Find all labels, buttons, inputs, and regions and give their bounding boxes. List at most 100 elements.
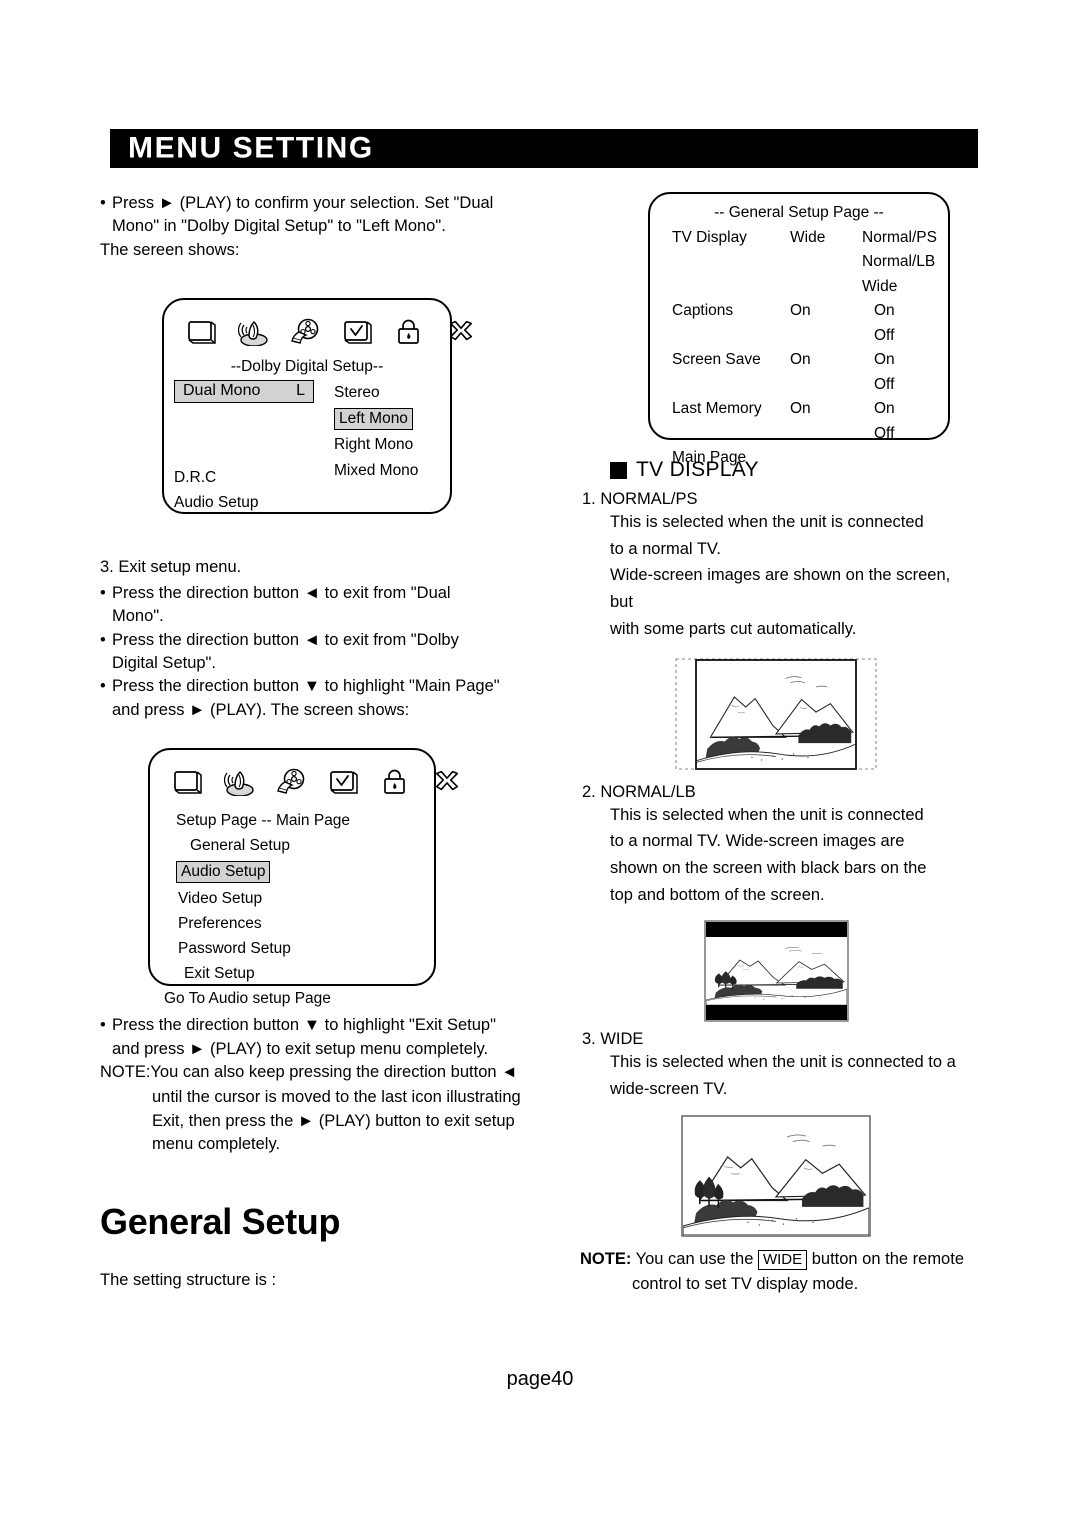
osd-gs-option-tv-display-1[interactable]: Normal/LB [862, 250, 948, 274]
normal-ps-figure [576, 655, 976, 775]
osd-dolby-digital-setup: --Dolby Digital Setup-- Dual Mono L Ster… [162, 298, 473, 515]
osd-gs-spacer [790, 250, 862, 274]
step3-bullet-2: • Press the direction button ◄ to exit f… [100, 629, 530, 676]
item-2-line1: This is selected when the unit is connec… [610, 805, 924, 824]
osd-gs-spacer [862, 446, 948, 470]
tv-icon[interactable] [172, 768, 206, 800]
exit-icon[interactable] [446, 318, 480, 350]
osd-gs-spacer [790, 324, 862, 348]
osd-icon-row [164, 300, 473, 354]
general-setup-subtext: The setting structure is : [100, 1270, 277, 1289]
lock-icon[interactable] [394, 318, 428, 350]
speaker-icon[interactable] [237, 318, 272, 350]
intro-bullet: • Press ► (PLAY) to confirm your selecti… [100, 192, 530, 239]
osd-gs-value-last-memory[interactable]: On [790, 397, 862, 421]
film-reel-icon[interactable] [290, 318, 324, 350]
osd-gs-footer[interactable]: Main Page [672, 446, 790, 470]
page-title: MENU SETTING [128, 130, 374, 164]
tv-icon[interactable] [186, 318, 220, 350]
osd-gs-spacer [672, 275, 790, 299]
osd-menu-item-general-setup[interactable]: General Setup [176, 833, 434, 858]
step3-b1-line2: Mono". [112, 607, 164, 626]
osd-option-stereo[interactable]: Stereo [334, 380, 418, 405]
osd-option-mixed-mono[interactable]: Mixed Mono [334, 458, 418, 483]
osd-setup-main-page: Setup Page -- Main Page General Setup Au… [148, 748, 459, 1007]
osd-general-grid: TV Display Wide Normal/PS Normal/LB Wide… [650, 222, 948, 471]
bullet-dot-icon: • [100, 630, 106, 649]
osd-gs-option-captions-1[interactable]: Off [862, 324, 948, 348]
osd-gs-label-tv-display: TV Display [672, 229, 747, 246]
note-text-after: button on the remote [807, 1249, 964, 1268]
osd-menu-item-exit-setup[interactable]: Exit Setup [176, 961, 434, 986]
osd-row-dual-mono[interactable]: Dual Mono L [174, 380, 314, 403]
exit-icon[interactable] [432, 768, 466, 800]
intro-line3: The sereen shows: [100, 240, 240, 259]
after-main-line2: and press ► (PLAY) to exit setup menu co… [112, 1039, 489, 1058]
preferences-icon[interactable] [328, 768, 362, 800]
osd-menu-item-audio-setup[interactable]: Audio Setup [176, 861, 271, 884]
after-main-bullet: • Press the direction button ▼ to highli… [100, 1014, 530, 1061]
lock-icon[interactable] [380, 768, 414, 800]
item-2-number: 2. NORMAL/LB [582, 782, 696, 801]
osd-menu-item-preferences[interactable]: Preferences [176, 911, 434, 936]
step3-heading: 3. Exit setup menu. [100, 558, 242, 577]
osd-menu-item-video-setup[interactable]: Video Setup [176, 886, 434, 911]
osd-menu-item-password-setup[interactable]: Password Setup [176, 936, 434, 961]
osd-gs-spacer [790, 446, 862, 470]
osd-gs-option-tv-display-2[interactable]: Wide [862, 275, 948, 299]
right-column: -- General Setup Page -- TV Display Wide… [576, 192, 976, 1296]
page-number: page40 [506, 1368, 574, 1390]
intro-bullet-line1: Press ► (PLAY) to confirm your selection… [112, 194, 494, 212]
normal-lb-figure [576, 920, 976, 1023]
film-reel-icon[interactable] [276, 768, 310, 800]
preferences-icon[interactable] [342, 318, 376, 350]
osd-gs-spacer [672, 373, 790, 397]
osd-main-title: Setup Page -- Main Page [176, 812, 351, 830]
wide-keycap[interactable]: WIDE [757, 1249, 808, 1270]
tv-display-note: NOTE: You can use the WIDE button on the… [580, 1247, 976, 1297]
item-3-number: 3. WIDE [582, 1030, 644, 1049]
osd-general-title: -- General Setup Page -- [714, 204, 884, 221]
osd-gs-option-screen-save-0[interactable]: On [862, 348, 948, 372]
step3-b2-line1: Press the direction button ◄ to exit fro… [112, 630, 459, 649]
osd-gs-option-tv-display-0[interactable]: Normal/PS [862, 226, 948, 250]
step3-b3-line2: and press ► (PLAY). The screen shows: [112, 700, 410, 719]
osd-gs-option-last-memory-1[interactable]: Off [862, 422, 948, 446]
bullet-dot-icon: • [100, 1016, 106, 1035]
after-main-note-line1: NOTE:You can also keep pressing the dire… [100, 1063, 518, 1082]
item-1-body: This is selected when the unit is connec… [582, 509, 976, 643]
item-3-line1: This is selected when the unit is connec… [610, 1053, 956, 1072]
osd-gs-value-captions[interactable]: On [790, 299, 862, 323]
bullet-dot-icon: • [100, 194, 106, 212]
osd-gs-label-last-memory: Last Memory [672, 400, 762, 418]
osd-row-dual-mono-label: Dual Mono [183, 382, 261, 400]
after-main-note-line3: Exit, then press the ► (PLAY) button to … [152, 1111, 515, 1130]
left-column: • Press ► (PLAY) to confirm your selecti… [100, 192, 530, 1294]
wide-figure [576, 1115, 976, 1237]
osd-gs-value-screen-save[interactable]: On [790, 348, 862, 372]
osd-gs-spacer [790, 373, 862, 397]
item-2-line3: shown on the screen with black bars on t… [610, 859, 927, 878]
item-1-line2: to a normal TV. [610, 539, 721, 558]
osd-option-right-mono[interactable]: Right Mono [334, 432, 418, 457]
osd-row-dual-mono-value: L [296, 382, 305, 400]
item-2-line2: to a normal TV. Wide-screen images are [610, 832, 905, 851]
item-2-body: This is selected when the unit is connec… [582, 802, 976, 909]
document-page: MENU SETTING • Press ► (PLAY) to confirm… [0, 0, 1080, 1528]
osd-option-left-mono[interactable]: Left Mono [334, 408, 413, 431]
osd-gs-option-last-memory-0[interactable]: On [862, 397, 948, 421]
osd-gs-option-captions-0[interactable]: On [862, 299, 948, 323]
speaker-icon[interactable] [223, 768, 258, 800]
square-bullet-icon [610, 461, 627, 479]
item-3-body: This is selected when the unit is connec… [582, 1049, 976, 1102]
item-1-line3: Wide-screen images are shown on the scre… [610, 566, 951, 612]
step3-bullet-1: • Press the direction button ◄ to exit f… [100, 582, 530, 629]
step3-b3-line1: Press the direction button ▼ to highligh… [112, 677, 500, 696]
osd-gs-label-captions: Captions [672, 302, 734, 320]
intro-bullet-line2: Mono" in "Dolby Digital Setup" to "Left … [112, 217, 446, 236]
osd-gs-option-screen-save-1[interactable]: Off [862, 373, 948, 397]
osd-row-audio-setup[interactable]: Audio Setup [174, 490, 450, 515]
item-1-line4: with some parts cut automatically. [610, 619, 857, 638]
after-main-note-line2: until the cursor is moved to the last ic… [152, 1088, 521, 1107]
osd-gs-value-tv-display[interactable]: Wide [790, 226, 862, 250]
